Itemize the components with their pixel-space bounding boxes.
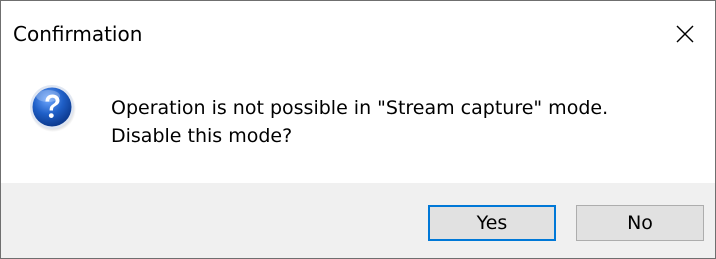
message-line-1: Operation is not possible in "Stream cap… bbox=[111, 97, 609, 119]
title-bar: Confirmation bbox=[1, 1, 715, 67]
question-icon bbox=[30, 85, 76, 132]
dialog-footer: Yes No bbox=[1, 183, 715, 258]
no-button[interactable]: No bbox=[576, 205, 704, 241]
close-icon bbox=[676, 25, 694, 43]
dialog-body: Operation is not possible in "Stream cap… bbox=[1, 67, 715, 183]
yes-button[interactable]: Yes bbox=[428, 205, 556, 241]
confirmation-dialog: Confirmation Operation is not possible i… bbox=[0, 0, 716, 259]
close-button[interactable] bbox=[655, 1, 715, 67]
dialog-title: Confirmation bbox=[13, 22, 143, 46]
dialog-message: Operation is not possible in "Stream cap… bbox=[111, 94, 608, 150]
message-line-2: Disable this mode? bbox=[111, 125, 293, 147]
